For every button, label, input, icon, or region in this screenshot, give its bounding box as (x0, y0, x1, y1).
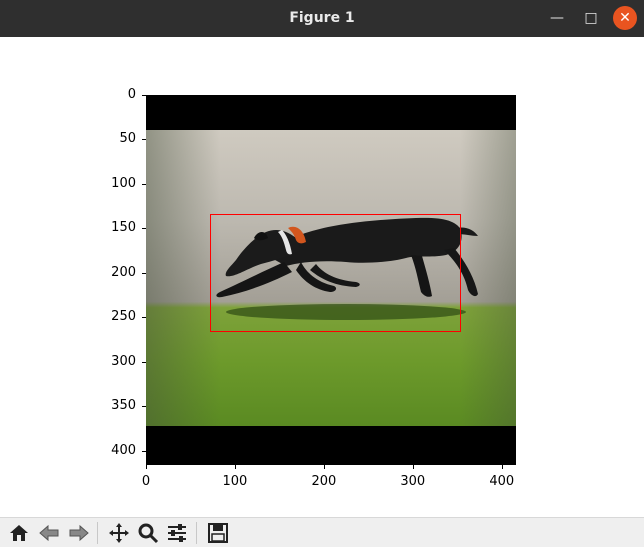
toolbar-separator (97, 522, 98, 544)
toolbar-separator (196, 522, 197, 544)
y-tick-mark (142, 361, 146, 363)
forward-icon[interactable] (67, 521, 91, 545)
y-tick-label: 150 (111, 220, 136, 236)
close-icon[interactable]: ✕ (613, 6, 637, 30)
x-tick-mark (234, 465, 236, 469)
zoom-icon[interactable] (136, 521, 160, 545)
y-tick-label: 250 (111, 309, 136, 325)
y-tick-mark (142, 139, 146, 141)
x-tick-mark (501, 465, 503, 469)
y-tick-mark (142, 450, 146, 452)
figure-window: Figure 1 — □ ✕ 0 50 100 150 200 250 300 … (0, 0, 644, 547)
pan-icon[interactable] (107, 521, 131, 545)
navigation-toolbar (0, 517, 644, 547)
y-tick-label: 50 (119, 131, 136, 147)
y-tick-label: 100 (111, 175, 136, 191)
minimize-icon[interactable]: — (545, 6, 569, 30)
x-tick-label: 300 (400, 474, 426, 489)
y-tick-mark (142, 272, 146, 274)
y-tick-label: 0 (127, 87, 136, 102)
x-tick-label: 100 (222, 474, 248, 489)
x-tick-label: 400 (489, 474, 515, 489)
y-tick-label: 300 (111, 353, 136, 369)
back-icon[interactable] (37, 521, 61, 545)
x-tick-mark (323, 465, 325, 469)
y-tick-mark (142, 317, 146, 319)
y-tick-mark (142, 228, 146, 230)
x-tick-mark (146, 465, 147, 469)
y-tick-mark (142, 183, 146, 185)
maximize-icon[interactable]: □ (579, 6, 603, 30)
detection-bounding-box (210, 214, 461, 332)
title-bar: Figure 1 — □ ✕ (0, 0, 644, 37)
y-tick-label: 350 (111, 398, 136, 414)
y-tick-label: 400 (111, 442, 136, 458)
y-tick-mark (142, 95, 146, 96)
configure-subplots-icon[interactable] (165, 521, 189, 545)
x-tick-mark (412, 465, 414, 469)
save-icon[interactable] (206, 521, 230, 545)
x-tick-label: 200 (311, 474, 337, 489)
y-tick-label: 200 (111, 264, 136, 280)
x-tick-label: 0 (141, 474, 151, 489)
home-icon[interactable] (7, 521, 31, 545)
y-tick-mark (142, 406, 146, 408)
